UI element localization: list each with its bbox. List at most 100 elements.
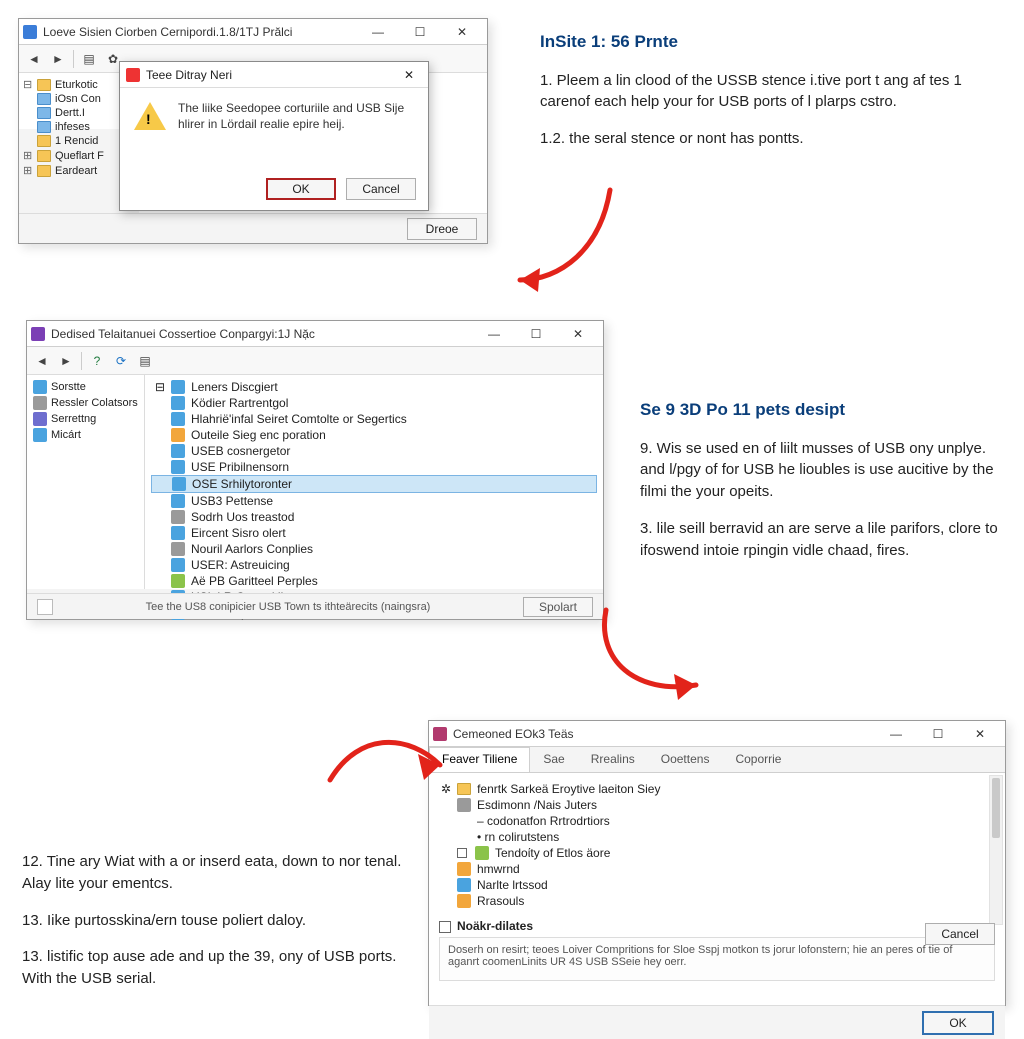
- instructions-block-b: Se 9 3D Po 11 pets desipt 9. Wis se used…: [640, 398, 1010, 576]
- doc-icon[interactable]: ▤: [80, 50, 98, 68]
- outline-tree[interactable]: ✲fenrtk Sarkeä Eroytive laeiton SieyEsdi…: [439, 781, 995, 909]
- win1-footer-button[interactable]: Dreoe: [407, 218, 477, 240]
- device-row[interactable]: Hlahrië'infal Seiret Comtolte or Segerti…: [151, 411, 597, 427]
- device-row[interactable]: Sodrh Uos treastod: [151, 509, 597, 525]
- instr-a-p2: 1.2. the seral stence or nont has pontts…: [540, 128, 1000, 150]
- device-list[interactable]: ⊟Leners DiscgiertKödier RartrentgolHlahr…: [145, 375, 603, 625]
- close-button[interactable]: ✕: [557, 323, 599, 345]
- sidebar-item[interactable]: Micárt: [29, 427, 142, 443]
- app-icon: [31, 327, 45, 341]
- tab[interactable]: Sae: [530, 747, 577, 772]
- checkbox[interactable]: [439, 921, 451, 933]
- maximize-button[interactable]: ☐: [515, 323, 557, 345]
- sidebar-item[interactable]: Ressler Colatsors: [29, 395, 142, 411]
- device-row[interactable]: Outeile Sieg enc poration: [151, 427, 597, 443]
- minimize-button[interactable]: —: [357, 21, 399, 43]
- win3-title: Cemeoned EОk3 Teäs: [453, 727, 875, 741]
- tab[interactable]: Rrealins: [578, 747, 648, 772]
- instr-b-heading: Se 9 3D Po 11 pets desipt: [640, 398, 1010, 423]
- warning-icon: [134, 102, 166, 130]
- maximize-button[interactable]: ☐: [917, 723, 959, 745]
- scrollbar[interactable]: [989, 775, 1003, 925]
- instr-a-heading: InSite 1: 56 Prnte: [540, 30, 1000, 55]
- close-button[interactable]: ✕: [441, 21, 483, 43]
- dialog-ok-button[interactable]: OK: [266, 178, 336, 200]
- cancel-button-inline[interactable]: Cancel: [925, 923, 995, 945]
- device-row[interactable]: Ködier Rartrentgol: [151, 395, 597, 411]
- win1-title: Loeve Sisien Ciorben Cernipordi.1.8/1TJ …: [43, 25, 357, 39]
- dialog-titlebar[interactable]: Teee Ditray Neri ✕: [120, 62, 428, 88]
- statusbar-text: Tee the US8 conipicier USB Town ts ithte…: [53, 601, 523, 613]
- tab[interactable]: Ooettens: [648, 747, 723, 772]
- minimize-button[interactable]: —: [473, 323, 515, 345]
- win3-tabstrip[interactable]: Feaver TilieneSaeRrealinsOoettensCoporri…: [429, 747, 1005, 773]
- forward-icon[interactable]: ►: [49, 50, 67, 68]
- checkbox-label: Noäkr-dilates: [457, 919, 533, 933]
- outline-item[interactable]: – codonatfon Rrtrodrtiors: [439, 813, 995, 829]
- instr-a-p1: 1. Pleem a lin clood of the USSB stence …: [540, 70, 1000, 114]
- device-row[interactable]: USER: Astreuicing: [151, 557, 597, 573]
- instr-b-p1: 9. Wis se used en of liilt musses of USB…: [640, 438, 1010, 503]
- instructions-block-a: InSite 1: 56 Prnte 1. Pleem a lin clood …: [540, 30, 1000, 165]
- divider: [73, 50, 74, 68]
- device-row[interactable]: OSE Srhilytoronter: [151, 475, 597, 493]
- instr-c-p2: 13. Iike purtosskina/ern touse poliert d…: [22, 910, 422, 932]
- outline-item[interactable]: hmwrnd: [439, 861, 995, 877]
- device-list-header[interactable]: ⊟Leners Discgiert: [151, 379, 597, 395]
- win2-sidebar[interactable]: SorstteRessler ColatsorsSerrettngMicárt: [27, 375, 145, 589]
- win1-titlebar[interactable]: Loeve Sisien Ciorben Cernipordi.1.8/1TJ …: [19, 19, 487, 45]
- divider: [81, 352, 82, 370]
- app-icon: [433, 727, 447, 741]
- outline-item[interactable]: • rn colirutstens: [439, 829, 995, 845]
- device-row[interactable]: Nouril Aarlors Conplies: [151, 541, 597, 557]
- tab[interactable]: Feaver Tiliene: [429, 747, 530, 772]
- statusbar-button[interactable]: Spolart: [523, 597, 593, 617]
- tab[interactable]: Coporrie: [722, 747, 794, 772]
- win2-toolbar: ◄ ► ? ⟳ ▤: [27, 347, 603, 375]
- dialog-close-icon[interactable]: ✕: [396, 68, 422, 82]
- dialog-app-icon: [126, 68, 140, 82]
- close-button[interactable]: ✕: [959, 723, 1001, 745]
- outline-root[interactable]: ✲fenrtk Sarkeä Eroytive laeiton Siey: [439, 781, 995, 797]
- win2-title: Dedised Telaitanuei Cossertioe Conpargyi…: [51, 327, 473, 341]
- scrollbar-thumb[interactable]: [992, 778, 1000, 838]
- forward-icon[interactable]: ►: [57, 352, 75, 370]
- win2-titlebar[interactable]: Dedised Telaitanuei Cossertioe Conpargyi…: [27, 321, 603, 347]
- sidebar-item[interactable]: Sorstte: [29, 379, 142, 395]
- device-row[interactable]: Eircent Sisro olert: [151, 525, 597, 541]
- win3-footer: OK: [429, 1005, 1005, 1039]
- device-row[interactable]: Aë PB Garitteel Perples: [151, 573, 597, 589]
- win2-statusbar: Tee the US8 conipicier USB Town ts ithte…: [27, 593, 603, 619]
- dialog-title: Teee Ditray Neri: [146, 68, 232, 82]
- device-row[interactable]: USB3 Pettense: [151, 493, 597, 509]
- back-icon[interactable]: ◄: [25, 50, 43, 68]
- device-row[interactable]: USE Pribilnensorn: [151, 459, 597, 475]
- warning-dialog: Teee Ditray Neri ✕ The liike Seedopee co…: [119, 61, 429, 211]
- minimize-button[interactable]: —: [875, 723, 917, 745]
- device-row[interactable]: USEB cosnergetor: [151, 443, 597, 459]
- instructions-block-c: 12. Tine ary Wiat with a or inserd eata,…: [22, 836, 422, 1005]
- maximize-button[interactable]: ☐: [399, 21, 441, 43]
- outline-item[interactable]: Narlte lrtssod: [439, 877, 995, 893]
- note-box: Doserh on resirt; teoes Loiver Compritio…: [439, 937, 995, 981]
- statusbar-icon[interactable]: [37, 599, 53, 615]
- win3-titlebar[interactable]: Cemeoned EОk3 Teäs — ☐ ✕: [429, 721, 1005, 747]
- window-3: Cemeoned EОk3 Teäs — ☐ ✕ Feaver TilieneS…: [428, 720, 1006, 1006]
- outline-item[interactable]: Esdimonn /Nais Juters: [439, 797, 995, 813]
- win3-body: ✲fenrtk Sarkeä Eroytive laeiton SieyEsdi…: [429, 773, 1005, 1005]
- arrow-2: [586, 600, 716, 710]
- help-icon[interactable]: ?: [88, 352, 106, 370]
- back-icon[interactable]: ◄: [33, 352, 51, 370]
- refresh-icon[interactable]: ⟳: [112, 352, 130, 370]
- instr-b-p2: 3. lile seill berravid an are serve a li…: [640, 518, 1010, 562]
- sidebar-item[interactable]: Serrettng: [29, 411, 142, 427]
- ok-button[interactable]: OK: [923, 1012, 993, 1034]
- outline-item[interactable]: Rrasouls: [439, 893, 995, 909]
- menu-icon[interactable]: ▤: [136, 352, 154, 370]
- dialog-cancel-button[interactable]: Cancel: [346, 178, 416, 200]
- win1-footer: Dreoe: [19, 213, 487, 243]
- arrow-1: [500, 180, 620, 300]
- instr-c-p1: 12. Tine ary Wiat with a or inserd eata,…: [22, 851, 422, 895]
- outline-item[interactable]: Tendoίty of Etlos äore: [439, 845, 995, 861]
- window-1: Loeve Sisien Ciorben Cernipordi.1.8/1TJ …: [18, 18, 488, 244]
